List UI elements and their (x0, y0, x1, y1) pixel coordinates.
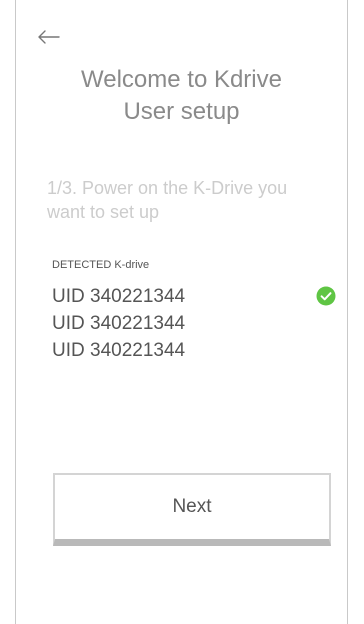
step-instruction: 1/3. Power on the K-Drive you want to se… (47, 176, 352, 224)
detected-device-list: UID 340221344 UID 340221344 UID 34022134… (52, 286, 342, 367)
step-line-1: 1/3. Power on the K-Drive you (47, 178, 288, 198)
title-line-2: User setup (123, 98, 240, 125)
device-uid: UID 340221344 (52, 340, 186, 361)
page-title: Welcome to Kdrive User setup (15, 64, 348, 128)
arrow-left-icon (38, 30, 60, 44)
step-line-2: want to set up (47, 202, 160, 222)
title-line-1: Welcome to Kdrive (81, 66, 282, 93)
device-item[interactable]: UID 340221344 (52, 313, 342, 340)
detected-section-label: DETECTED K-drive (52, 259, 150, 271)
setup-screen: Welcome to Kdrive User setup 1/3. Power … (0, 0, 364, 624)
device-uid: UID 340221344 (52, 313, 186, 334)
back-button[interactable] (35, 26, 63, 48)
next-button[interactable]: Next (53, 473, 331, 546)
device-item[interactable]: UID 340221344 (52, 286, 342, 313)
device-item[interactable]: UID 340221344 (52, 340, 342, 367)
device-uid: UID 340221344 (52, 286, 186, 307)
check-circle-icon (316, 286, 336, 306)
